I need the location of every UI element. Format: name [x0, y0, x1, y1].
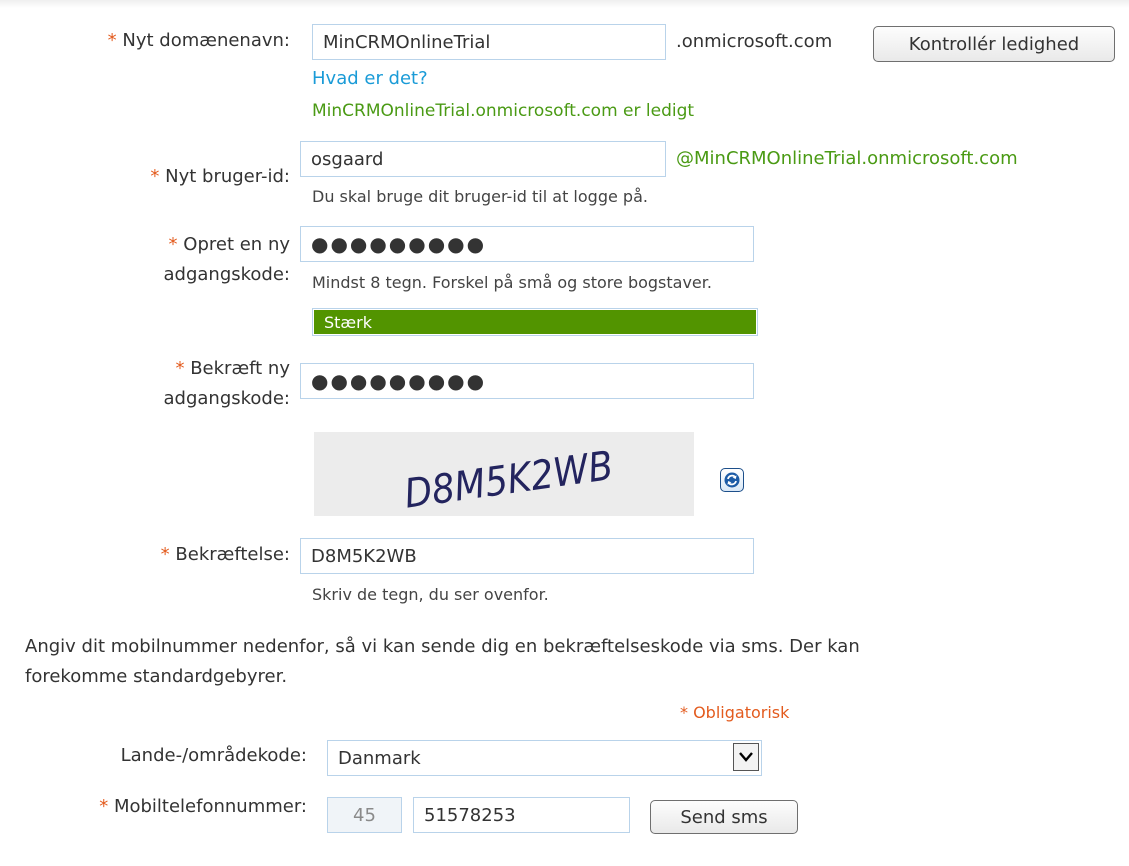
- check-availability-button[interactable]: Kontrollér ledighed: [873, 26, 1115, 62]
- captcha-text: D8M5K2WB: [402, 443, 616, 516]
- user-id-label: * Nyt bruger-id:: [150, 166, 290, 187]
- user-id-input[interactable]: osgaard: [300, 141, 666, 177]
- confirmation-input[interactable]: D8M5K2WB: [300, 538, 754, 574]
- send-sms-button[interactable]: Send sms: [650, 800, 798, 834]
- confirmation-label: * Bekræftelse:: [160, 544, 290, 565]
- country-code-field: 45: [327, 797, 402, 833]
- top-shadow: [0, 0, 1129, 8]
- mobile-label: * Mobiltelefonnummer:: [99, 796, 307, 817]
- domain-label: * Nyt domænenavn:: [107, 30, 290, 51]
- required-mark: *: [107, 30, 117, 51]
- new-password-input[interactable]: ●●●●●●●●●: [300, 226, 754, 262]
- captcha-graphic: D8M5K2WB: [402, 443, 616, 518]
- password-hint: Mindst 8 tegn. Forskel på små og store b…: [312, 273, 712, 292]
- confirmation-hint: Skriv de tegn, du ser ovenfor.: [312, 585, 549, 604]
- domain-suffix: .onmicrosoft.com: [676, 31, 833, 52]
- domain-availability-message: MinCRMOnlineTrial.onmicrosoft.com er led…: [312, 101, 695, 121]
- chevron-down-icon[interactable]: [733, 743, 759, 771]
- user-id-hint: Du skal bruge dit bruger-id til at logge…: [312, 187, 648, 206]
- confirm-password-input[interactable]: ●●●●●●●●●: [300, 363, 754, 399]
- password-strength-fill: Stærk: [314, 310, 756, 334]
- password-strength-meter: Stærk: [312, 308, 758, 336]
- domain-input[interactable]: MinCRMOnlineTrial: [312, 24, 666, 60]
- confirm-password-label: * Bekræft ny adgangskode:: [163, 358, 290, 409]
- required-note: * Obligatorisk: [680, 703, 790, 722]
- what-is-this-link[interactable]: Hvad er det?: [312, 68, 428, 89]
- captcha-image: D8M5K2WB: [314, 432, 694, 518]
- password-label: * Opret en ny adgangskode:: [163, 234, 290, 285]
- mobile-info-text: Angiv dit mobilnummer nedenfor, så vi ka…: [25, 636, 860, 687]
- user-id-suffix: @MinCRMOnlineTrial.onmicrosoft.com: [676, 148, 1018, 169]
- mobile-number-input[interactable]: 51578253: [413, 797, 630, 833]
- country-label: Lande-/områdekode:: [120, 745, 307, 766]
- country-select[interactable]: Danmark: [327, 740, 762, 776]
- refresh-icon[interactable]: [720, 468, 744, 492]
